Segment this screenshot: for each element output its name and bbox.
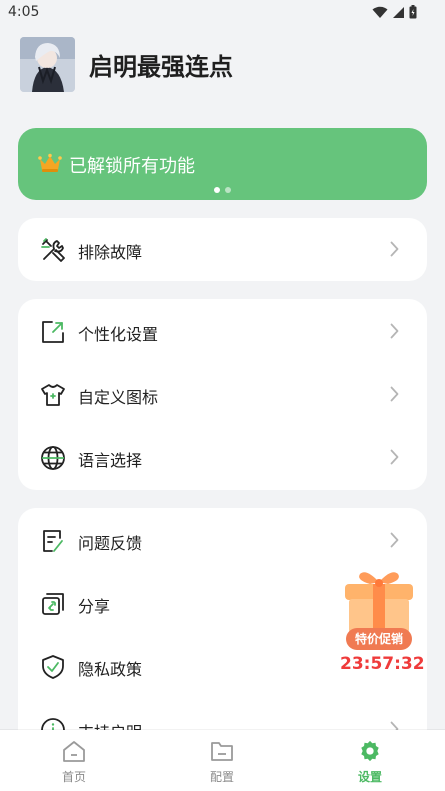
chevron-right-icon [390, 449, 399, 465]
status-bar: 4:05 [0, 0, 445, 26]
tshirt-icon [41, 384, 65, 406]
promo-gift-widget[interactable]: 特价促销 23:57:32 [340, 568, 425, 678]
tab-config[interactable]: 配置 [182, 740, 262, 785]
status-time: 4:05 [8, 4, 40, 20]
menu-item-custom-icon[interactable]: 自定义图标 [18, 363, 427, 426]
avatar[interactable] [20, 37, 75, 92]
tab-settings[interactable]: 设置 [330, 740, 410, 785]
troubleshoot-card: 排除故障 [18, 218, 427, 281]
menu-item-troubleshoot[interactable]: 排除故障 [18, 218, 427, 281]
menu-item-label: 问题反馈 [78, 534, 143, 553]
bottom-tab-bar: 首页 配置 设置 [0, 730, 445, 791]
chevron-right-icon [390, 532, 399, 548]
wifi-icon [372, 6, 388, 18]
tab-home[interactable]: 首页 [34, 740, 114, 785]
menu-item-label: 自定义图标 [78, 388, 159, 407]
chevron-right-icon [390, 386, 399, 402]
battery-icon [409, 5, 417, 19]
menu-item-label: 隐私政策 [78, 660, 143, 679]
feedback-icon [43, 530, 63, 552]
personalize-icon [42, 321, 64, 343]
gear-icon [361, 740, 379, 762]
menu-item-label: 分享 [78, 597, 111, 616]
menu-item-language[interactable]: 语言选择 [18, 426, 427, 489]
tab-label: 首页 [61, 770, 86, 784]
menu-item-personalize[interactable]: 个性化设置 [18, 300, 427, 363]
tab-label: 设置 [357, 770, 382, 784]
banner-text: 已解锁所有功能 [69, 156, 195, 177]
tab-label: 配置 [209, 770, 234, 784]
profile-header: 启明最强连点 [20, 37, 233, 92]
page-dot-active[interactable] [214, 187, 220, 193]
promo-tag: 特价促销 [346, 628, 412, 650]
chevron-right-icon [390, 241, 399, 257]
status-icons [372, 5, 417, 19]
menu-item-label: 个性化设置 [78, 325, 159, 344]
menu-item-feedback[interactable]: 问题反馈 [18, 509, 427, 572]
crown-icon [38, 153, 62, 172]
chevron-right-icon [390, 323, 399, 339]
page-dot[interactable] [225, 187, 231, 193]
menu-item-label: 排除故障 [78, 243, 143, 262]
share-icon [42, 593, 64, 615]
folder-icon [211, 742, 233, 761]
globe-icon [41, 446, 65, 470]
promo-countdown: 23:57:32 [340, 654, 425, 674]
app-title: 启明最强连点 [89, 53, 233, 81]
home-icon [63, 741, 85, 762]
unlock-banner[interactable]: 已解锁所有功能 [18, 128, 427, 200]
banner-page-dots [214, 187, 231, 193]
settings-card: 个性化设置 自定义图标 语言选择 [18, 299, 427, 490]
shield-check-icon [42, 655, 64, 679]
signal-icon [393, 6, 404, 18]
tools-icon [41, 238, 65, 262]
menu-item-label: 语言选择 [78, 451, 143, 470]
